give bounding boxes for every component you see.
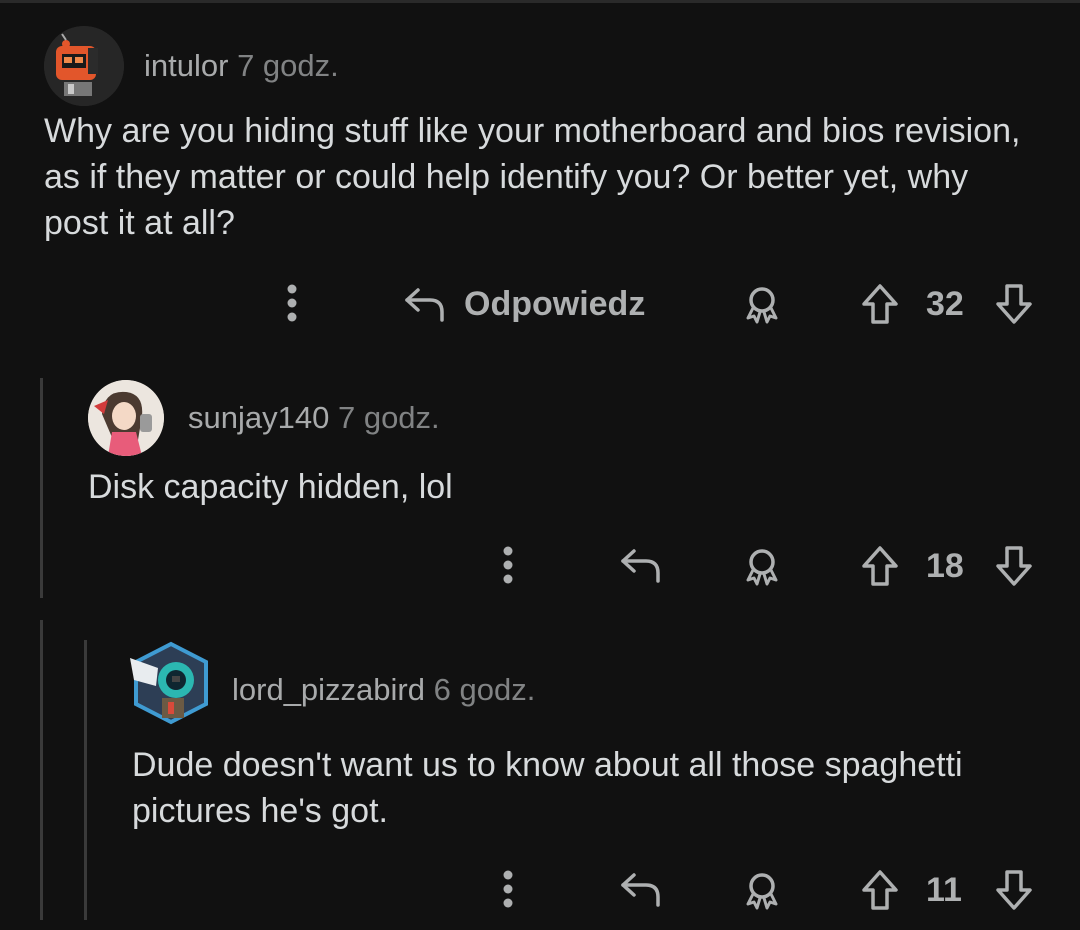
comment-body: Disk capacity hidden, lol [88, 468, 453, 506]
more-options-icon[interactable] [490, 868, 526, 910]
reply-arrow-icon[interactable] [618, 544, 664, 586]
vote-score: 18 [926, 547, 964, 585]
robot-avatar-icon [44, 26, 124, 106]
vote-score: 32 [926, 285, 964, 323]
reply-arrow-icon [405, 288, 444, 322]
award-icon[interactable] [740, 544, 784, 588]
username[interactable]: intulor [144, 48, 228, 83]
reply-label: Odpowiedz [464, 285, 646, 323]
username[interactable]: lord_pizzabird [232, 672, 425, 707]
comment-meta: intulor 7 godz. [144, 48, 339, 84]
top-divider [0, 0, 1080, 3]
upvote-icon[interactable] [860, 544, 900, 588]
comment-meta: lord_pizzabird 6 godz. [232, 672, 535, 708]
user-avatar[interactable] [44, 26, 124, 106]
downvote-icon[interactable] [994, 282, 1034, 326]
anime-girl-avatar-icon [88, 380, 164, 456]
user-avatar[interactable] [128, 640, 214, 726]
thread-line-level-1[interactable] [40, 620, 43, 920]
comment-body: Dude doesn't want us to know about all t… [132, 746, 963, 830]
reply-button[interactable]: Odpowiedz [402, 284, 645, 324]
robot-hexagon-avatar-icon [130, 641, 208, 725]
downvote-icon[interactable] [994, 868, 1034, 912]
more-options-icon[interactable] [490, 544, 526, 586]
comment-body: Why are you hiding stuff like your mothe… [44, 112, 1021, 242]
timestamp: 7 godz. [237, 48, 339, 83]
award-icon[interactable] [740, 868, 784, 912]
upvote-icon[interactable] [860, 868, 900, 912]
user-avatar[interactable] [88, 380, 164, 456]
thread-line-level-2[interactable] [84, 640, 87, 920]
reply-arrow-icon[interactable] [618, 868, 664, 910]
timestamp: 7 godz. [337, 400, 440, 435]
vote-score: 11 [926, 871, 962, 909]
comment-meta: sunjay140 7 godz. [188, 400, 440, 436]
username[interactable]: sunjay140 [188, 400, 329, 435]
award-icon[interactable] [740, 282, 784, 326]
downvote-icon[interactable] [994, 544, 1034, 588]
thread-line-level-1[interactable] [40, 378, 43, 598]
timestamp: 6 godz. [433, 672, 536, 707]
more-options-icon[interactable] [274, 282, 310, 324]
upvote-icon[interactable] [860, 282, 900, 326]
